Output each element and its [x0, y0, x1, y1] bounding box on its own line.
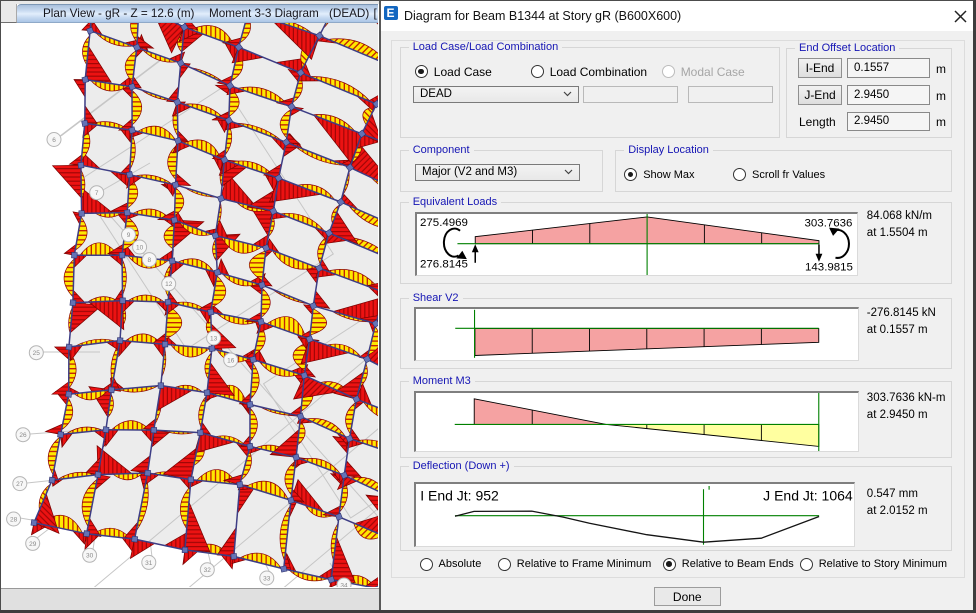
- svg-text:33: 33: [263, 575, 271, 582]
- svg-text:J End Jt: 1064: J End Jt: 1064: [763, 487, 853, 503]
- svg-text:9: 9: [127, 232, 131, 239]
- svg-text:27: 27: [16, 481, 24, 488]
- svg-text:26: 26: [19, 432, 27, 439]
- svg-text:12: 12: [165, 281, 173, 288]
- svg-text:25: 25: [33, 350, 41, 357]
- svg-text:143.9815: 143.9815: [805, 261, 853, 273]
- svg-text:30: 30: [86, 553, 94, 560]
- svg-text:28: 28: [10, 516, 18, 523]
- svg-text:32: 32: [204, 567, 212, 574]
- svg-text:34: 34: [340, 582, 348, 587]
- svg-text:31: 31: [145, 560, 153, 567]
- svg-text:I End Jt: 952: I End Jt: 952: [420, 487, 499, 503]
- svg-text:6: 6: [52, 137, 56, 144]
- svg-text:303.7636: 303.7636: [804, 217, 852, 229]
- svg-text:10: 10: [136, 244, 144, 251]
- svg-text:13: 13: [210, 335, 218, 342]
- svg-text:7: 7: [95, 190, 99, 197]
- svg-text:276.8145: 276.8145: [420, 258, 468, 270]
- svg-text:8: 8: [147, 257, 151, 264]
- svg-text:275.4969: 275.4969: [420, 217, 468, 229]
- svg-text:16: 16: [227, 357, 235, 364]
- svg-text:29: 29: [29, 541, 37, 548]
